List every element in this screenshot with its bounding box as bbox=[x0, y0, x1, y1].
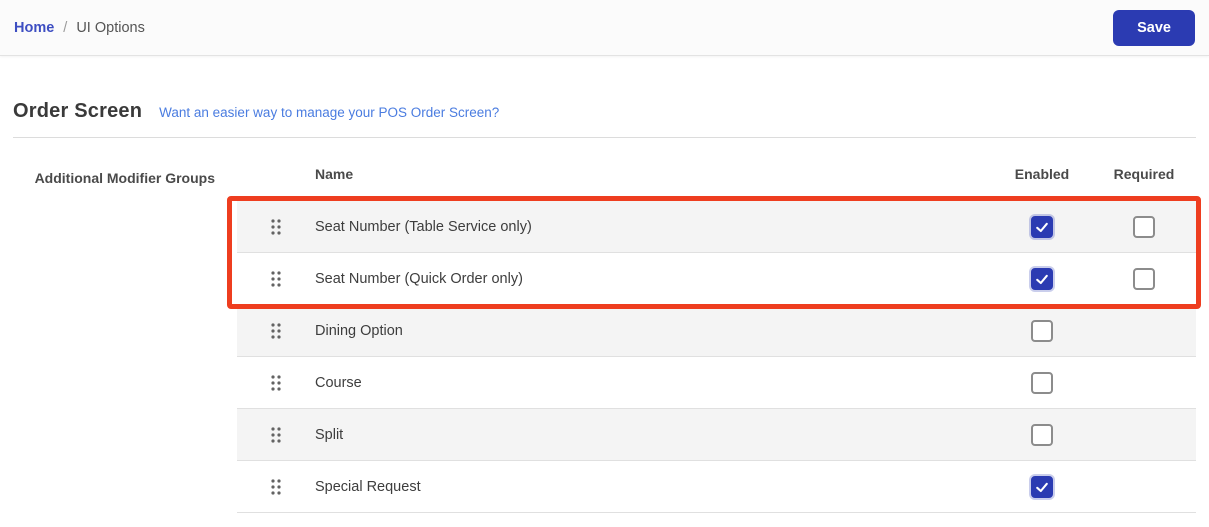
table-row: Dining Option bbox=[237, 305, 1196, 357]
required-checkbox[interactable] bbox=[1133, 267, 1155, 290]
column-header-required: Required bbox=[1113, 166, 1175, 182]
table-body: Seat Number (Table Service only) Seat Nu… bbox=[227, 196, 1201, 513]
row-name-label: Seat Number (Table Service only) bbox=[315, 218, 532, 235]
drag-handle-icon[interactable] bbox=[270, 270, 282, 288]
drag-handle-icon[interactable] bbox=[270, 426, 282, 444]
section-header: Order Screen Want an easier way to manag… bbox=[13, 100, 1196, 138]
column-header-name: Name bbox=[315, 166, 354, 182]
enabled-checkbox[interactable] bbox=[1031, 267, 1053, 290]
drag-handle-icon[interactable] bbox=[270, 374, 282, 392]
required-checkbox[interactable] bbox=[1133, 215, 1155, 238]
enabled-checkbox[interactable] bbox=[1031, 423, 1053, 446]
additional-modifier-groups-label: Additional Modifier Groups bbox=[34, 170, 215, 186]
row-name-label: Course bbox=[315, 374, 362, 391]
table-row: Seat Number (Table Service only) bbox=[237, 201, 1196, 253]
breadcrumb-home-link[interactable]: Home bbox=[14, 20, 54, 36]
drag-handle-icon[interactable] bbox=[270, 322, 282, 340]
main-content: Order Screen Want an easier way to manag… bbox=[0, 100, 1209, 513]
pos-order-screen-help-link[interactable]: Want an easier way to manage your POS Or… bbox=[159, 105, 499, 120]
enabled-checkbox[interactable] bbox=[1031, 215, 1053, 238]
table-row: Course bbox=[237, 357, 1196, 409]
drag-handle-icon[interactable] bbox=[270, 478, 282, 496]
table-row: Special Request bbox=[237, 461, 1196, 513]
enabled-checkbox[interactable] bbox=[1031, 319, 1053, 342]
table-row: Split bbox=[237, 409, 1196, 461]
drag-handle-icon[interactable] bbox=[270, 218, 282, 236]
row-name-label: Split bbox=[315, 426, 344, 443]
enabled-checkbox[interactable] bbox=[1031, 475, 1053, 498]
breadcrumb: Home / UI Options bbox=[14, 20, 145, 36]
top-bar: Home / UI Options Save bbox=[0, 0, 1209, 56]
row-name-label: Special Request bbox=[315, 478, 421, 495]
row-name-label: Seat Number (Quick Order only) bbox=[315, 270, 523, 287]
breadcrumb-current: UI Options bbox=[76, 19, 145, 36]
table-row: Seat Number (Quick Order only) bbox=[237, 253, 1196, 305]
enabled-checkbox[interactable] bbox=[1031, 371, 1053, 394]
additional-modifier-groups-section: Additional Modifier Groups Name Enabled … bbox=[13, 166, 1201, 513]
page-title: Order Screen bbox=[13, 100, 143, 122]
table-header-row: Name Enabled Required bbox=[237, 166, 1196, 200]
modifier-groups-table: Name Enabled Required Seat Number (Table… bbox=[227, 166, 1201, 513]
column-header-enabled: Enabled bbox=[1014, 166, 1070, 182]
breadcrumb-separator: / bbox=[63, 19, 68, 36]
save-button[interactable]: Save bbox=[1113, 9, 1195, 46]
row-name-label: Dining Option bbox=[315, 322, 403, 339]
